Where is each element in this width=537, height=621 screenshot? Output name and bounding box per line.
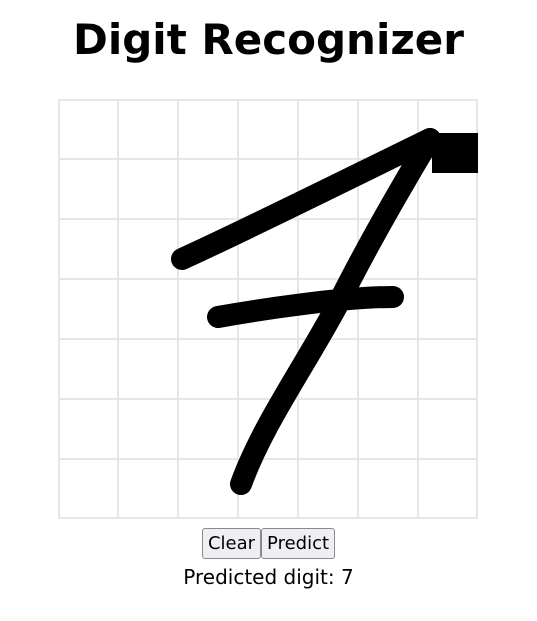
- predict-button[interactable]: Predict: [261, 528, 336, 559]
- drawing-canvas[interactable]: [58, 99, 478, 519]
- drawing-surface[interactable]: [58, 99, 478, 519]
- control-bar: Clear Predict: [0, 528, 537, 559]
- prediction-result: Predicted digit: 7: [183, 565, 354, 589]
- page-title: Digit Recognizer: [72, 15, 464, 64]
- stroke-edge-clip: [432, 133, 478, 173]
- clear-button[interactable]: Clear: [201, 528, 262, 559]
